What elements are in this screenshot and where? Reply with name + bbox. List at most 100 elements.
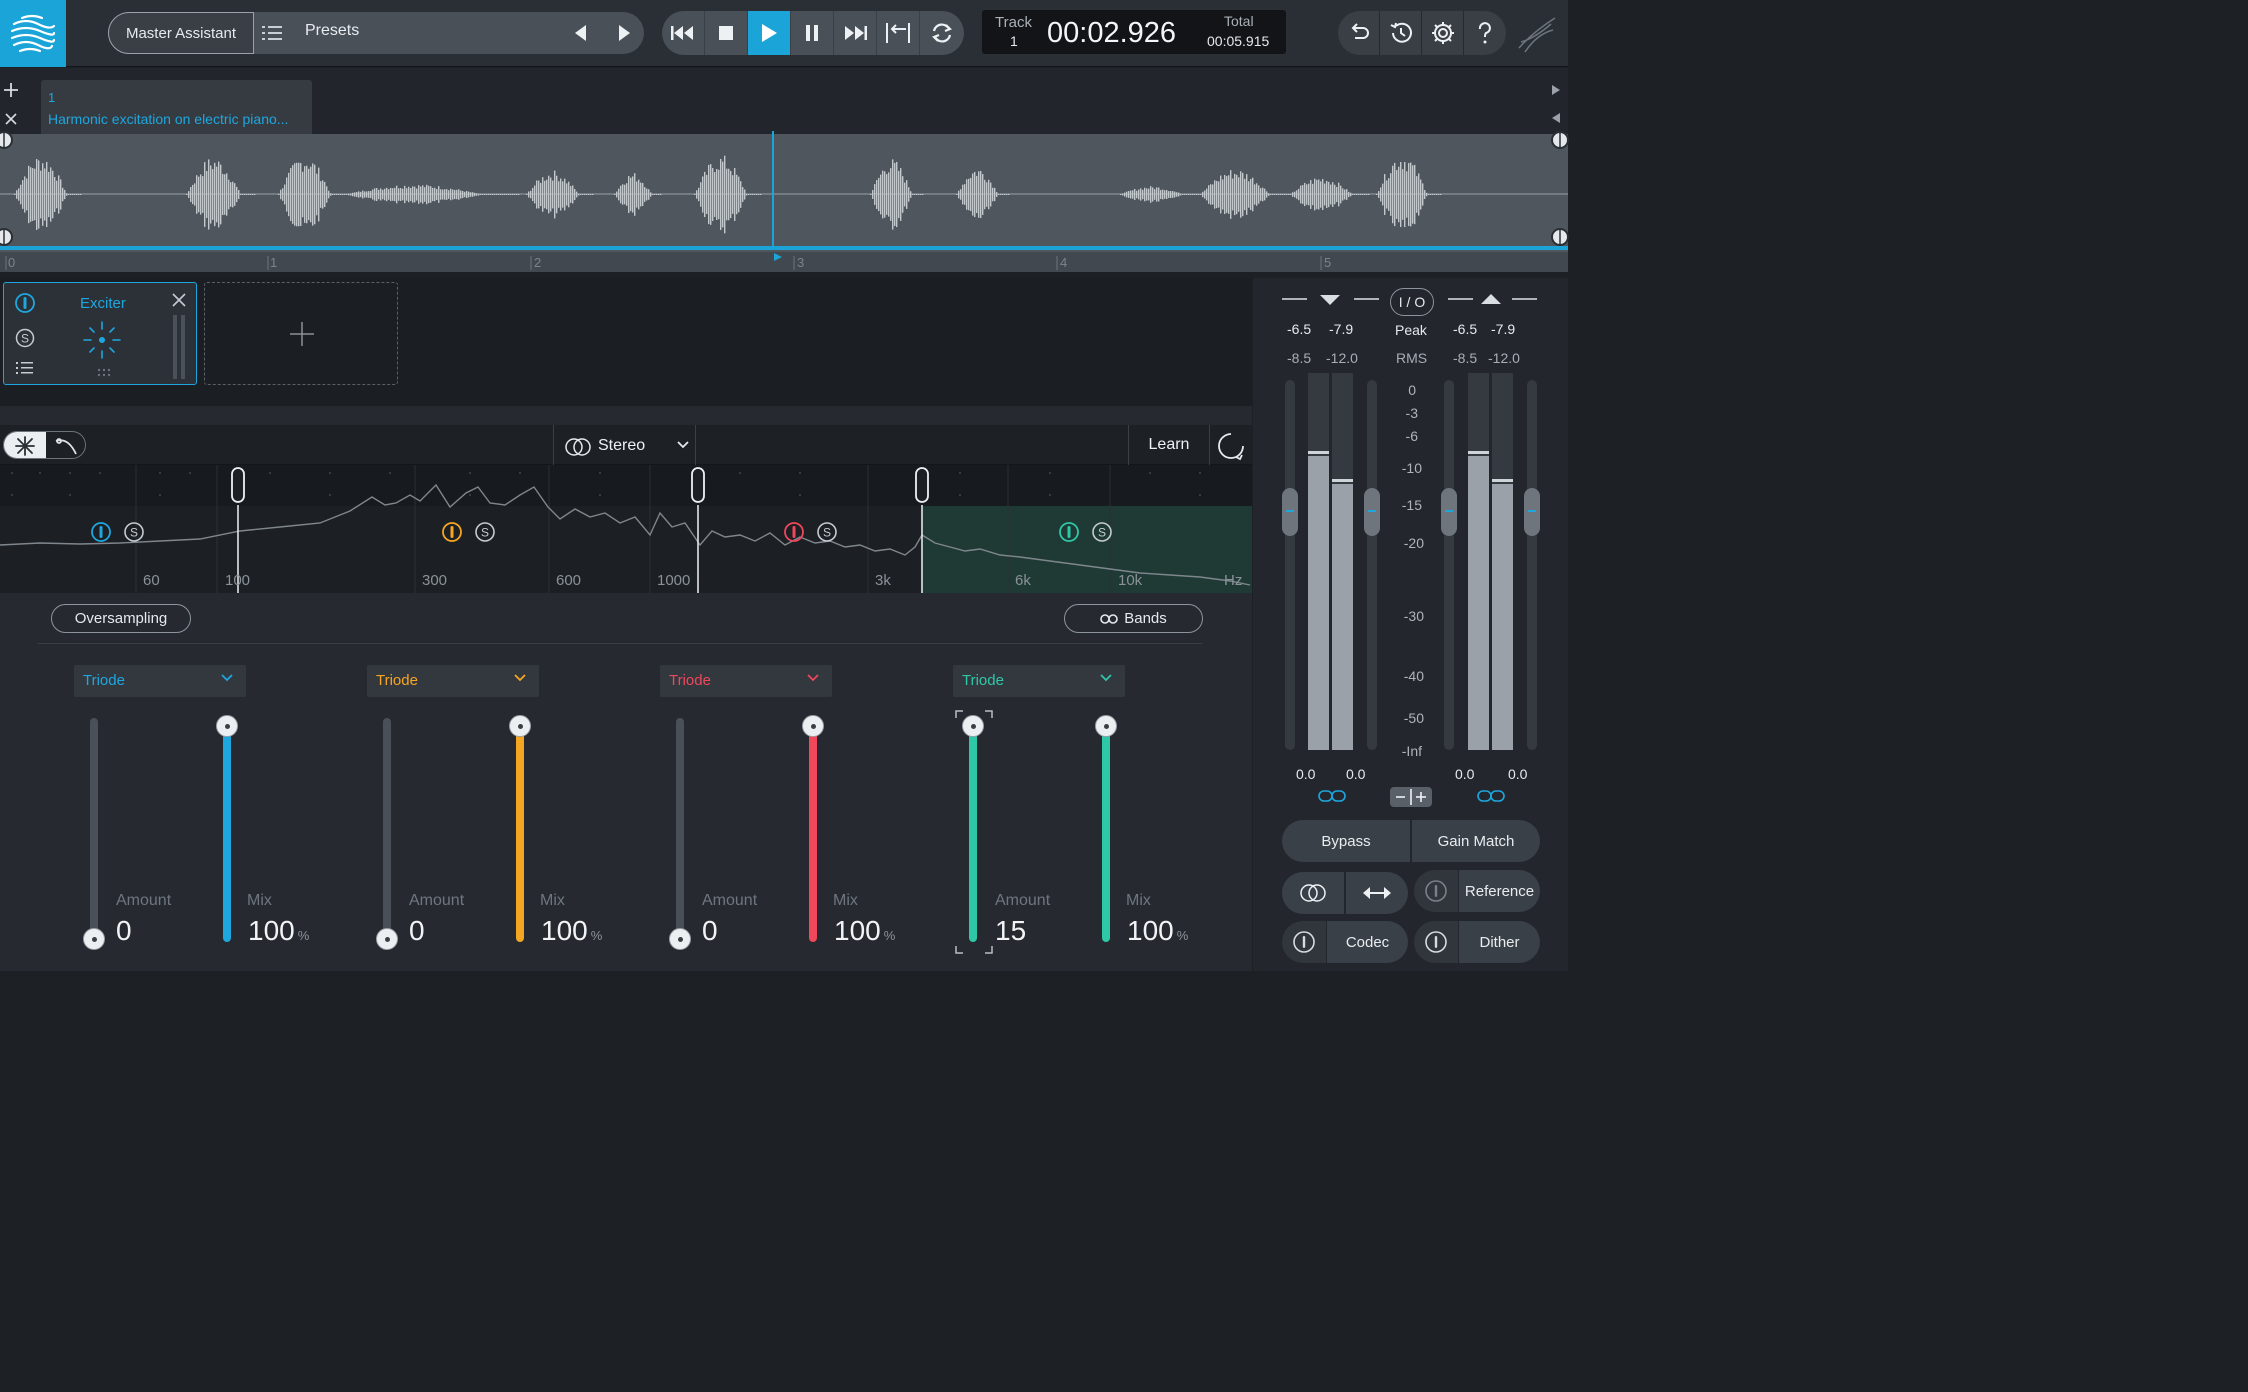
input-gain-handle-right[interactable]: [1364, 488, 1380, 536]
skip-to-end-button[interactable]: [834, 11, 877, 55]
add-module-slot[interactable]: [204, 282, 398, 385]
remove-module-icon[interactable]: [171, 292, 187, 308]
spectrum-display[interactable]: 60 100 300 600 1000 3k 6k 10k Hz S S S S: [0, 465, 1252, 593]
multiband-view-icon[interactable]: [4, 432, 46, 458]
play-button[interactable]: [748, 11, 791, 55]
band-1-mix-handle[interactable]: [216, 715, 238, 737]
reset-icon[interactable]: [1216, 431, 1246, 461]
output-gain-left-value[interactable]: 0.0: [1455, 766, 1474, 782]
previous-preset-icon[interactable]: [570, 22, 592, 44]
band-4-amount-slider[interactable]: [969, 718, 977, 942]
band-2-mode-select[interactable]: Triode: [367, 665, 539, 697]
band-1-solo-icon[interactable]: S: [123, 521, 145, 543]
solo-icon[interactable]: S: [15, 328, 35, 348]
playhead[interactable]: [772, 131, 774, 247]
codec-power-icon[interactable]: [1282, 921, 1326, 963]
band-3-power-icon[interactable]: [783, 521, 805, 543]
history-icon[interactable]: [1380, 11, 1422, 55]
return-to-start-icon[interactable]: [877, 11, 920, 55]
band-2-amount-slider[interactable]: [383, 718, 391, 942]
drag-handle-icon[interactable]: [96, 367, 112, 377]
undo-icon[interactable]: [1338, 11, 1380, 55]
add-track-icon[interactable]: [3, 82, 19, 98]
band-3-amount-handle[interactable]: [669, 928, 691, 950]
dither-button[interactable]: Dither: [1459, 921, 1540, 963]
band-1-mix-value[interactable]: 100%: [248, 915, 309, 947]
band-3-amount-value[interactable]: 0: [702, 915, 718, 947]
next-preset-icon[interactable]: [613, 22, 635, 44]
gain-offset-stepper[interactable]: [1390, 787, 1432, 807]
band-2-mix-value[interactable]: 100%: [541, 915, 602, 947]
band-2-solo-icon[interactable]: S: [474, 521, 496, 543]
power-icon[interactable]: [14, 292, 36, 314]
band-4-power-icon[interactable]: [1058, 521, 1080, 543]
band-1-mix-slider[interactable]: [223, 718, 231, 942]
trim-start-handle-bottom[interactable]: [0, 227, 14, 247]
master-assistant-button[interactable]: Master Assistant: [108, 12, 254, 54]
output-gain-right-value[interactable]: 0.0: [1508, 766, 1527, 782]
band-4-mix-value[interactable]: 100%: [1127, 915, 1188, 947]
reference-button[interactable]: Reference: [1459, 870, 1540, 912]
band-2-amount-handle[interactable]: [376, 928, 398, 950]
trim-start-handle[interactable]: [0, 130, 14, 150]
curve-view-icon[interactable]: [46, 432, 85, 458]
stereo-mode-select[interactable]: Stereo: [553, 425, 696, 465]
exciter-module[interactable]: S Exciter: [3, 282, 197, 385]
band-1-power-icon[interactable]: [90, 521, 112, 543]
close-track-icon[interactable]: [4, 112, 18, 126]
band-3-mix-handle[interactable]: [802, 715, 824, 737]
input-gain-right-value[interactable]: 0.0: [1346, 766, 1365, 782]
stop-button[interactable]: [705, 11, 748, 55]
band-4-solo-icon[interactable]: S: [1091, 521, 1113, 543]
signal-path-icon[interactable]: [1515, 12, 1559, 56]
band-3-solo-icon[interactable]: S: [816, 521, 838, 543]
band-1-amount-value[interactable]: 0: [116, 915, 132, 947]
band-4-mode-select[interactable]: Triode: [953, 665, 1125, 697]
oversampling-button[interactable]: Oversampling: [51, 604, 191, 633]
trim-end-handle[interactable]: [1550, 130, 1570, 150]
band-4-amount-value[interactable]: 15: [995, 915, 1026, 947]
input-collapse-icon[interactable]: [1319, 294, 1341, 306]
band-2-power-icon[interactable]: [441, 521, 463, 543]
input-link-icon[interactable]: [1317, 788, 1347, 804]
skip-to-start-button[interactable]: [662, 11, 705, 55]
band-3-mix-value[interactable]: 100%: [834, 915, 895, 947]
band-1-mode-select[interactable]: Triode: [74, 665, 246, 697]
track-tab[interactable]: 1 Harmonic excitation on electric piano.…: [41, 80, 312, 134]
waveform-view[interactable]: [0, 134, 1568, 252]
input-gain-left-value[interactable]: 0.0: [1296, 766, 1315, 782]
input-gain-fader-left[interactable]: [1285, 380, 1295, 750]
scroll-left-icon[interactable]: [1550, 112, 1562, 124]
band-2-amount-value[interactable]: 0: [409, 915, 425, 947]
swap-channels-icon[interactable]: [1346, 872, 1408, 914]
io-button[interactable]: I / O: [1390, 288, 1434, 316]
trim-end-handle-bottom[interactable]: [1550, 227, 1570, 247]
band-1-amount-handle[interactable]: [83, 928, 105, 950]
pause-button[interactable]: [791, 11, 834, 55]
reference-power-icon[interactable]: [1414, 870, 1458, 912]
band-1-amount-slider[interactable]: [90, 718, 98, 942]
dither-power-icon[interactable]: [1414, 921, 1458, 963]
help-icon[interactable]: [1464, 11, 1506, 55]
presets-button[interactable]: Presets: [305, 22, 359, 40]
bypass-button[interactable]: Bypass: [1282, 820, 1410, 862]
bands-link-button[interactable]: Bands: [1064, 604, 1203, 633]
output-gain-fader-left[interactable]: [1444, 380, 1454, 750]
add-module-icon[interactable]: [289, 321, 315, 347]
band-2-mix-slider[interactable]: [516, 718, 524, 942]
band-4-mix-handle[interactable]: [1095, 715, 1117, 737]
gain-match-button[interactable]: Gain Match: [1412, 820, 1540, 862]
input-gain-fader-right[interactable]: [1367, 380, 1377, 750]
band-3-mode-select[interactable]: Triode: [660, 665, 832, 697]
mono-icon[interactable]: [1282, 872, 1344, 914]
codec-button[interactable]: Codec: [1327, 921, 1408, 963]
band-4-mix-slider[interactable]: [1102, 718, 1110, 942]
output-gain-fader-right[interactable]: [1527, 380, 1537, 750]
output-gain-handle-right[interactable]: [1524, 488, 1540, 536]
list-icon[interactable]: [262, 24, 284, 42]
settings-gear-icon[interactable]: [1422, 11, 1464, 55]
band-3-mix-slider[interactable]: [809, 718, 817, 942]
band-2-mix-handle[interactable]: [509, 715, 531, 737]
band-4-amount-handle[interactable]: [962, 715, 984, 737]
output-collapse-icon[interactable]: [1480, 293, 1502, 305]
